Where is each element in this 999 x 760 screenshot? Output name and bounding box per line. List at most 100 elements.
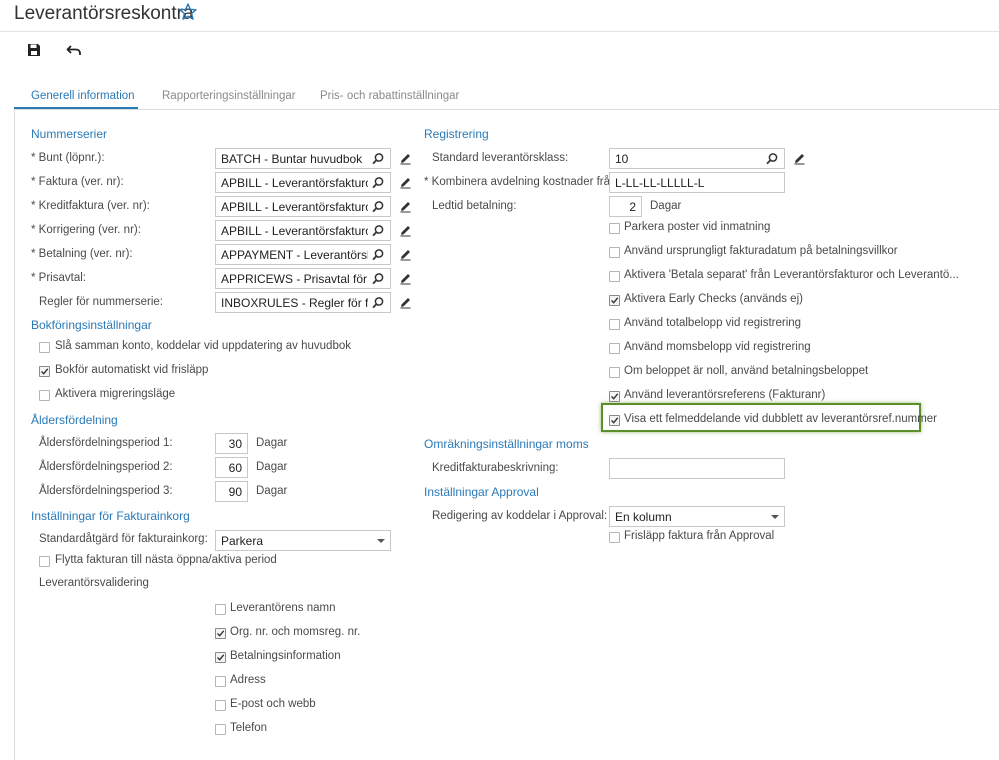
chevron-down-icon <box>771 514 779 519</box>
aldersperiod-input[interactable]: 30 <box>215 433 248 454</box>
flytta-label: Flytta fakturan till nästa öppna/aktiva … <box>55 554 277 566</box>
standard-leverantorsklass-input[interactable]: 10 <box>609 148 785 169</box>
panel-border <box>14 109 15 760</box>
registrering-checkbox[interactable] <box>609 367 620 378</box>
aldersperiod-input[interactable]: 60 <box>215 457 248 478</box>
save-icon <box>27 43 41 60</box>
edit-pencil-icon[interactable] <box>399 248 412 261</box>
search-icon[interactable] <box>371 176 385 190</box>
nummerserie-label: * Korrigering (ver. nr): <box>31 224 141 236</box>
frislapp-checkbox[interactable] <box>609 532 620 543</box>
nummerserie-input[interactable]: APPAYMENT - Leverantörsbetalningar <box>215 244 391 265</box>
undo-icon <box>66 43 82 60</box>
validering-checkbox[interactable] <box>215 700 226 711</box>
kombinera-label: * Kombinera avdelning kostnader från: <box>424 176 620 188</box>
search-icon[interactable] <box>371 296 385 310</box>
validering-checkbox[interactable] <box>215 628 226 639</box>
validering-checkbox[interactable] <box>215 604 226 615</box>
edit-pencil-icon[interactable] <box>399 224 412 237</box>
tabs-divider <box>14 109 999 110</box>
nummerserie-label-text: Prisavtal: <box>38 272 86 284</box>
validering-checkbox[interactable] <box>215 724 226 735</box>
frislapp-label: Frisläpp faktura från Approval <box>624 530 775 542</box>
nummerserie-input[interactable]: APPRICEWS - Prisavtal för leverantörer <box>215 268 391 289</box>
star-icon[interactable] <box>178 2 198 22</box>
nummerserie-label-text: Faktura (ver. nr): <box>38 176 124 188</box>
tab-generell-information[interactable]: Generell information <box>31 90 135 102</box>
kreditfakturabeskrivning-input[interactable] <box>609 458 785 479</box>
nummerserie-label: * Kreditfaktura (ver. nr): <box>31 200 150 212</box>
search-icon[interactable] <box>765 152 779 166</box>
aldersperiod-input[interactable]: 90 <box>215 481 248 502</box>
nummerserie-value: BATCH - Buntar huvudbok <box>221 151 363 166</box>
registrering-checkbox[interactable] <box>609 295 620 306</box>
search-icon[interactable] <box>371 272 385 286</box>
bokforing-checkbox-label: Slå samman konto, koddelar vid uppdateri… <box>55 340 351 352</box>
search-icon[interactable] <box>371 200 385 214</box>
chevron-down-icon <box>377 538 385 543</box>
nummerserie-input[interactable]: APBILL - Leverantörsfakturor <box>215 220 391 241</box>
search-icon[interactable] <box>371 152 385 166</box>
bokforing-checkbox[interactable] <box>39 390 50 401</box>
registrering-checkbox[interactable] <box>609 247 620 258</box>
redigering-select[interactable]: En kolumn <box>609 506 785 527</box>
validering-checkbox[interactable] <box>215 676 226 687</box>
aldersperiod-label: Åldersfördelningsperiod 2: <box>39 461 173 473</box>
registrering-checkbox-label: Aktivera 'Betala separat' från Leverantö… <box>624 269 959 281</box>
registrering-checkbox[interactable] <box>609 391 620 402</box>
aldersperiod-unit: Dagar <box>256 461 288 473</box>
search-icon[interactable] <box>371 248 385 262</box>
nummerserie-label: Regler för nummerserie: <box>39 296 163 308</box>
nummerserie-input[interactable]: BATCH - Buntar huvudbok <box>215 148 391 169</box>
standardatgard-value: Parkera <box>221 533 264 548</box>
ledtid-label: Ledtid betalning: <box>432 200 517 212</box>
bokforing-checkbox[interactable] <box>39 342 50 353</box>
flytta-checkbox[interactable] <box>39 556 50 567</box>
bokforing-checkbox-label: Bokför automatiskt vid frisläpp <box>55 364 209 376</box>
validering-checkbox-label: Betalningsinformation <box>230 650 341 662</box>
registrering-checkbox[interactable] <box>609 271 620 282</box>
section-nummerserier: Nummerserier <box>31 127 108 141</box>
tab-pris-rabatt[interactable]: Pris- och rabattinställningar <box>320 90 459 102</box>
kombinera-input[interactable]: L-LL-LL-LLLLL-L <box>609 172 785 193</box>
edit-pencil-icon[interactable] <box>399 152 412 165</box>
aldersperiod-label: Åldersfördelningsperiod 1: <box>39 437 173 449</box>
edit-pencil-icon[interactable] <box>793 152 806 165</box>
aldersperiod-unit: Dagar <box>256 437 288 449</box>
registrering-checkbox[interactable] <box>609 319 620 330</box>
kreditfakturabeskrivning-label: Kreditfakturabeskrivning: <box>432 462 559 474</box>
registrering-checkbox[interactable] <box>609 223 620 234</box>
nummerserie-label: * Faktura (ver. nr): <box>31 176 124 188</box>
search-icon[interactable] <box>371 224 385 238</box>
tab-rapporteringsinstallningar[interactable]: Rapporteringsinställningar <box>162 90 296 102</box>
registrering-checkbox-label: Parkera poster vid inmatning <box>624 221 771 233</box>
nummerserie-input[interactable]: APBILL - Leverantörsfakturor <box>215 196 391 217</box>
validering-checkbox-label: E-post och webb <box>230 698 316 710</box>
nummerserie-value: APBILL - Leverantörsfakturor <box>221 223 368 238</box>
nummerserie-value: INBOXRULES - Regler för fakturor <box>221 295 368 310</box>
edit-pencil-icon[interactable] <box>399 272 412 285</box>
nummerserie-label: * Betalning (ver. nr): <box>31 248 133 260</box>
edit-pencil-icon[interactable] <box>399 176 412 189</box>
ledtid-input[interactable]: 2 <box>609 196 642 217</box>
undo-button[interactable] <box>63 40 85 62</box>
aldersperiod-value: 60 <box>228 460 242 475</box>
registrering-checkbox-label: Använd ursprungligt fakturadatum på beta… <box>624 245 898 257</box>
nummerserie-input[interactable]: INBOXRULES - Regler för fakturor <box>215 292 391 313</box>
header-divider <box>0 31 999 32</box>
section-aldersfordelning: Åldersfördelning <box>31 413 118 427</box>
section-omrakning: Omräkningsinställningar moms <box>424 437 589 451</box>
ledtid-value: 2 <box>629 199 636 214</box>
nummerserie-input[interactable]: APBILL - Leverantörsfakturor <box>215 172 391 193</box>
registrering-checkbox[interactable] <box>609 343 620 354</box>
kombinera-value: L-LL-LL-LLLLL-L <box>615 175 705 190</box>
validering-checkbox[interactable] <box>215 652 226 663</box>
bokforing-checkbox[interactable] <box>39 366 50 377</box>
nummerserie-label-text: Kreditfaktura (ver. nr): <box>38 200 150 212</box>
edit-pencil-icon[interactable] <box>399 200 412 213</box>
registrering-checkbox[interactable] <box>609 415 620 426</box>
save-button[interactable] <box>23 40 45 62</box>
standardatgard-select[interactable]: Parkera <box>215 530 391 551</box>
bokforing-checkbox-label: Aktivera migreringsläge <box>55 388 176 400</box>
edit-pencil-icon[interactable] <box>399 296 412 309</box>
